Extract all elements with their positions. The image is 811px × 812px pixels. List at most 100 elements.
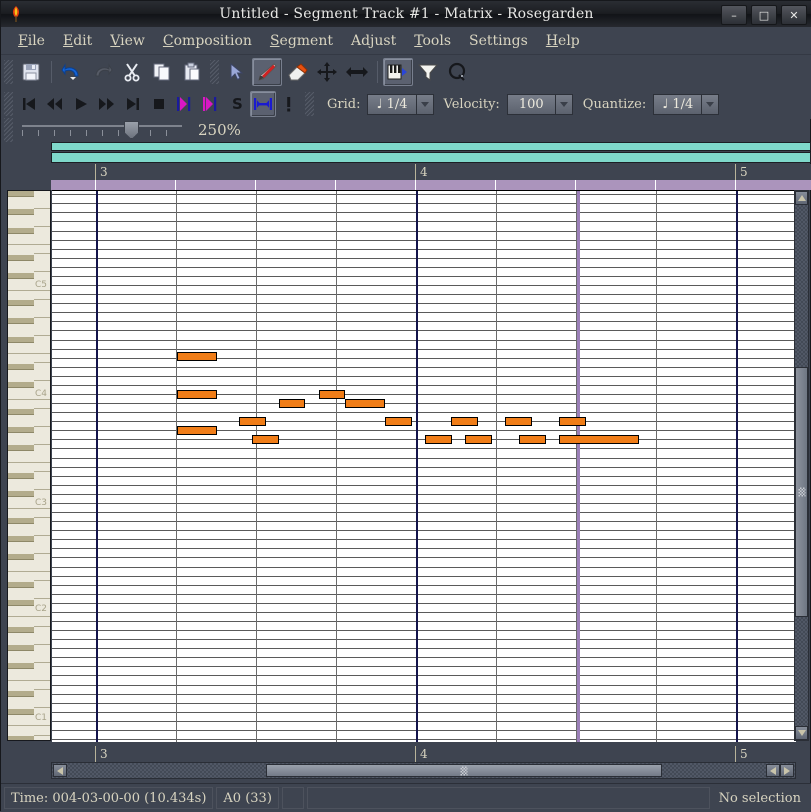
menu-settings[interactable]: Settings: [460, 31, 537, 51]
piano-keyboard[interactable]: C5 C4 C3 C2 C1: [7, 190, 51, 741]
note-event[interactable]: [465, 435, 492, 444]
pencil-draw-icon[interactable]: [252, 58, 282, 86]
select-pointer-icon[interactable]: [222, 58, 252, 86]
zoom-grip[interactable]: [4, 118, 13, 142]
piano-black-key[interactable]: [8, 518, 34, 525]
close-button[interactable]: ✕: [781, 5, 807, 25]
horizontal-scrollbar-thumb[interactable]: [266, 764, 662, 777]
eraser-icon[interactable]: [282, 58, 312, 86]
piano-black-key[interactable]: [8, 363, 34, 370]
cut-icon[interactable]: [117, 58, 147, 86]
loop-start-icon[interactable]: [172, 91, 198, 117]
note-event[interactable]: [519, 435, 546, 444]
note-event[interactable]: [505, 417, 532, 426]
quantize-chevron-down-icon[interactable]: [701, 93, 720, 115]
transport-grip-2[interactable]: [305, 92, 314, 116]
velocity-chevron-down-icon[interactable]: [554, 93, 573, 115]
menu-help[interactable]: Help: [537, 31, 589, 51]
piano-black-key[interactable]: [8, 554, 34, 561]
grid-chevron-down-icon[interactable]: [415, 93, 434, 115]
velocity-combo-field[interactable]: 100: [506, 93, 555, 115]
piano-black-key[interactable]: [8, 490, 34, 497]
piano-black-key[interactable]: [8, 227, 34, 234]
menu-file[interactable]: File: [9, 31, 54, 51]
bottom-bar-ruler[interactable]: 3 4 5: [51, 746, 796, 762]
stop-icon[interactable]: [146, 91, 172, 117]
menu-segment[interactable]: Segment: [261, 31, 342, 51]
vertical-scrollbar[interactable]: [794, 190, 809, 741]
playhead-cursor[interactable]: [577, 191, 580, 742]
menu-adjust[interactable]: Adjust: [342, 31, 405, 51]
note-event[interactable]: [559, 435, 639, 444]
tempo-ruler[interactable]: [51, 152, 811, 163]
piano-black-key[interactable]: [8, 645, 34, 652]
menu-tools[interactable]: Tools: [405, 31, 460, 51]
piano-black-key[interactable]: [8, 581, 34, 588]
quantize-combo-field[interactable]: ♩ 1/4: [653, 93, 702, 115]
note-event[interactable]: [319, 390, 345, 399]
bar-ruler[interactable]: 3 4 5: [51, 164, 811, 180]
minimize-button[interactable]: –: [721, 5, 747, 25]
piano-black-key[interactable]: [8, 536, 34, 543]
note-event[interactable]: [559, 417, 586, 426]
note-event[interactable]: [345, 399, 385, 408]
vertical-scrollbar-thumb[interactable]: [795, 367, 808, 617]
toolbar-grip[interactable]: [4, 60, 13, 84]
piano-black-key[interactable]: [8, 300, 34, 307]
piano-black-key[interactable]: [8, 627, 34, 634]
scroll-up-icon[interactable]: [795, 191, 808, 205]
quantize-icon[interactable]: [443, 58, 473, 86]
zoom-slider[interactable]: [22, 121, 182, 139]
loop-end-icon[interactable]: [198, 91, 224, 117]
note-event[interactable]: [177, 390, 217, 399]
toolbar-grip-2[interactable]: [210, 60, 219, 84]
menu-edit[interactable]: Edit: [54, 31, 101, 51]
piano-black-key[interactable]: [8, 599, 34, 606]
copy-icon[interactable]: [147, 58, 177, 86]
piano-black-key[interactable]: [8, 318, 34, 325]
note-event[interactable]: [451, 417, 478, 426]
piano-black-key[interactable]: [8, 427, 34, 434]
solo-icon[interactable]: S: [224, 91, 250, 117]
quantize-combo[interactable]: ♩ 1/4: [653, 93, 720, 116]
note-event[interactable]: [252, 435, 279, 444]
move-icon[interactable]: [312, 58, 342, 86]
undo-icon[interactable]: [57, 58, 87, 86]
note-event[interactable]: [425, 435, 452, 444]
fast-forward-icon[interactable]: [94, 91, 120, 117]
grid-combo[interactable]: ♩ 1/4: [367, 93, 434, 116]
paste-icon[interactable]: [177, 58, 207, 86]
chord-piano-icon[interactable]: [383, 58, 413, 86]
scroll-down-icon[interactable]: [795, 726, 808, 740]
resize-icon[interactable]: [342, 58, 372, 86]
note-event[interactable]: [239, 417, 266, 426]
save-icon[interactable]: [16, 58, 46, 86]
piano-black-key[interactable]: [8, 254, 34, 261]
funnel-filter-icon[interactable]: [413, 58, 443, 86]
menu-composition[interactable]: Composition: [154, 31, 261, 51]
redo-icon[interactable]: [87, 58, 117, 86]
scroll-left-step-icon[interactable]: [766, 764, 780, 777]
forward-to-end-icon[interactable]: [120, 91, 146, 117]
horizontal-scrollbar[interactable]: [51, 762, 796, 779]
velocity-combo[interactable]: 100: [506, 93, 573, 116]
chord-name-ruler[interactable]: [51, 180, 811, 190]
loop-icon[interactable]: [250, 91, 276, 117]
rewind-to-beginning-icon[interactable]: [16, 91, 42, 117]
grid-combo-field[interactable]: ♩ 1/4: [367, 93, 416, 115]
piano-black-key[interactable]: [8, 736, 34, 740]
rewind-icon[interactable]: [42, 91, 68, 117]
piano-black-key[interactable]: [8, 191, 34, 198]
zoom-slider-thumb[interactable]: [124, 121, 139, 139]
note-event[interactable]: [385, 417, 412, 426]
matrix-note-grid[interactable]: [52, 190, 796, 742]
piano-black-key[interactable]: [8, 445, 34, 452]
play-icon[interactable]: [68, 91, 94, 117]
note-event[interactable]: [177, 352, 217, 361]
loop-ruler[interactable]: [51, 142, 811, 151]
piano-black-key[interactable]: [8, 409, 34, 416]
scroll-right-icon[interactable]: [780, 764, 794, 777]
piano-black-key[interactable]: [8, 272, 34, 279]
piano-black-key[interactable]: [8, 472, 34, 479]
piano-black-key[interactable]: [8, 336, 34, 343]
